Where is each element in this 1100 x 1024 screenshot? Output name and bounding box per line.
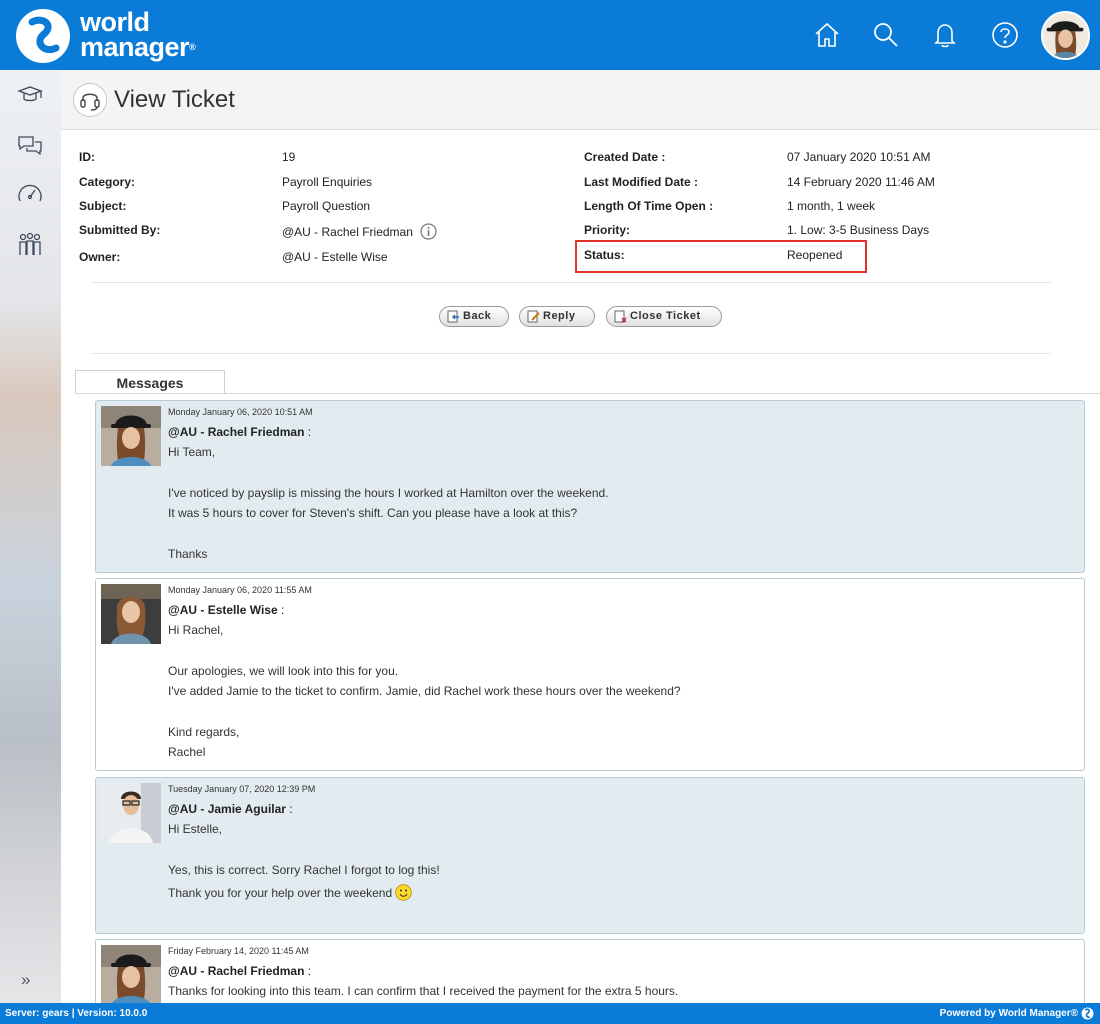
message-author: @AU - Rachel Friedman : (168, 964, 312, 978)
message-line: I've noticed by payslip is missing the h… (168, 486, 609, 500)
message-line: It was 5 hours to cover for Steven's shi… (168, 506, 578, 520)
message-line: Thanks (168, 547, 208, 561)
message-line: Thanks for looking into this team. I can… (168, 984, 679, 998)
priority-label: Priority: (584, 223, 631, 237)
headset-icon (73, 83, 107, 117)
smiley-icon (395, 884, 412, 901)
top-header: world manager® (0, 0, 1100, 70)
user-avatar[interactable] (1041, 11, 1090, 60)
submitted-by-value: @AU - Rachel Friedman (282, 225, 413, 239)
created-date-label: Created Date : (584, 150, 666, 164)
message-date: Monday January 06, 2020 10:51 AM (168, 407, 313, 417)
message-line: Thank you for your help over the weekend (168, 884, 412, 901)
home-icon[interactable] (813, 21, 841, 49)
last-modified-label: Last Modified Date : (584, 175, 699, 189)
bell-icon[interactable] (931, 21, 959, 49)
message-date: Tuesday January 07, 2020 12:39 PM (168, 784, 316, 794)
message-author: @AU - Estelle Wise : (168, 603, 285, 617)
footer-logo-icon (1081, 1007, 1094, 1020)
help-icon[interactable] (991, 21, 1019, 49)
message-avatar (101, 406, 161, 466)
owner-label: Owner: (79, 250, 121, 264)
tab-underline (75, 393, 1100, 394)
footer-bar: Server: gears | Version: 10.0.0 Powered … (0, 1003, 1100, 1024)
message-avatar (101, 945, 161, 1003)
subject-label: Subject: (79, 199, 127, 213)
divider (91, 353, 1051, 354)
message-line: Hi Estelle, (168, 822, 223, 836)
left-sidebar: » (0, 70, 61, 1003)
search-icon[interactable] (872, 21, 900, 49)
training-icon[interactable] (16, 82, 44, 110)
close-ticket-icon (614, 310, 627, 323)
people-icon[interactable] (16, 231, 44, 259)
reply-icon (527, 310, 540, 323)
divider (91, 282, 1051, 283)
message-line: Kind regards, (168, 725, 240, 739)
message-line: I've added Jamie to the ticket to confir… (168, 684, 681, 698)
created-date-value: 07 January 2020 10:51 AM (787, 150, 931, 164)
priority-value: 1. Low: 3-5 Business Days (787, 223, 930, 237)
sidebar-expand-button[interactable]: » (21, 970, 30, 990)
submitted-by-label: Submitted By: (79, 223, 161, 237)
last-modified-value: 14 February 2020 11:46 AM (787, 175, 935, 189)
main-content: View Ticket ID: 19 Category: Payroll Enq… (61, 70, 1100, 1003)
reply-button[interactable]: Reply (519, 306, 595, 327)
logo-mark-icon (16, 9, 70, 63)
message-avatar (101, 584, 161, 644)
page-title: View Ticket (114, 86, 235, 113)
chat-icon[interactable] (16, 132, 44, 160)
time-open-value: 1 month, 1 week (787, 199, 876, 213)
message-author: @AU - Jamie Aguilar : (168, 802, 293, 816)
title-bar: View Ticket (61, 70, 1100, 130)
status-highlight-box (575, 240, 867, 273)
message-item: Monday January 06, 2020 10:51 AM @AU - R… (95, 400, 1085, 573)
message-item: Tuesday January 07, 2020 12:39 PM @AU - … (95, 777, 1085, 934)
message-line: Rachel (168, 745, 206, 759)
message-date: Friday February 14, 2020 11:45 AM (168, 946, 309, 956)
dashboard-icon[interactable] (16, 181, 44, 209)
close-ticket-button[interactable]: Close Ticket (606, 306, 722, 327)
messages-tab[interactable]: Messages (75, 370, 225, 394)
id-label: ID: (79, 150, 95, 164)
subject-value: Payroll Question (282, 199, 371, 213)
info-icon[interactable] (420, 223, 437, 240)
message-line: Our apologies, we will look into this fo… (168, 664, 399, 678)
message-line: Hi Team, (168, 445, 216, 459)
category-label: Category: (79, 175, 136, 189)
message-line: Hi Rachel, (168, 623, 224, 637)
message-line: Yes, this is correct. Sorry Rachel I for… (168, 863, 440, 877)
back-icon (447, 310, 459, 323)
back-button[interactable]: Back (439, 306, 509, 327)
powered-by-text: Powered by World Manager® (939, 1008, 1078, 1019)
message-item: Monday January 06, 2020 11:55 AM @AU - E… (95, 578, 1085, 771)
time-open-label: Length Of Time Open : (584, 199, 714, 213)
message-author: @AU - Rachel Friedman : (168, 425, 312, 439)
message-item: Friday February 14, 2020 11:45 AM @AU - … (95, 939, 1085, 1003)
message-avatar (101, 783, 161, 843)
message-date: Monday January 06, 2020 11:55 AM (168, 585, 312, 595)
server-version-text: Server: gears | Version: 10.0.0 (5, 1008, 148, 1019)
category-value: Payroll Enquiries (282, 175, 373, 189)
owner-value: @AU - Estelle Wise (282, 250, 388, 264)
id-value: 19 (282, 150, 296, 164)
logo-text: world manager® (80, 7, 196, 62)
world-manager-logo[interactable]: world manager® (14, 8, 254, 64)
